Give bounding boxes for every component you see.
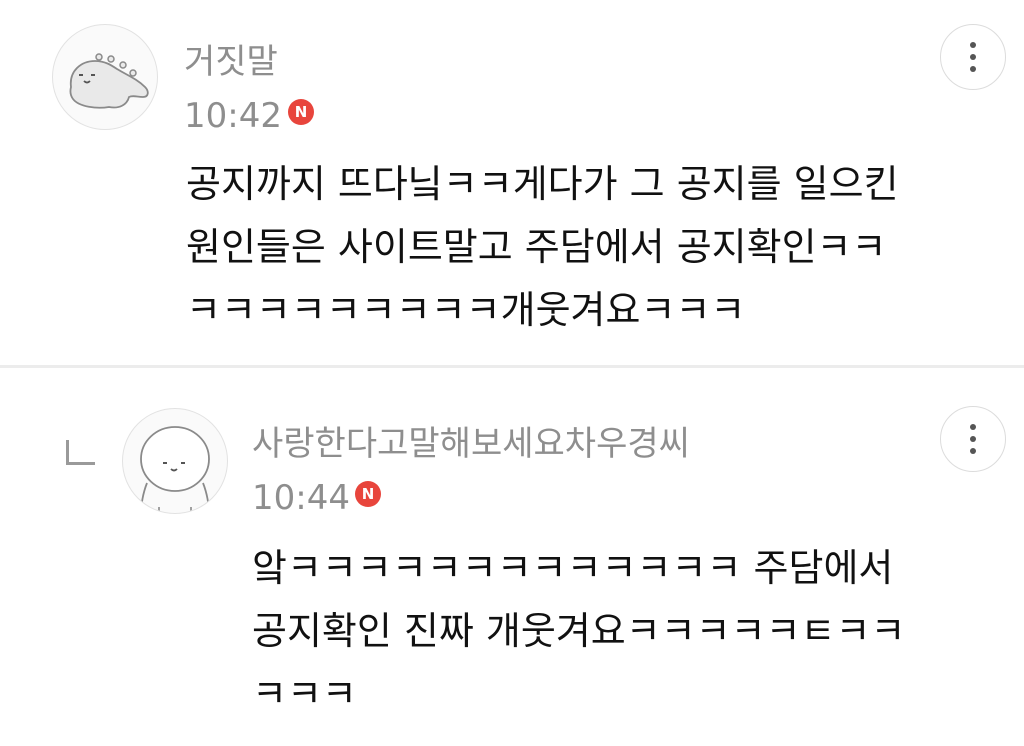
comment-line: 앜ㅋㅋㅋㅋㅋㅋㅋㅋㅋㅋㅋㅋㅋ 주담에서 [252, 546, 894, 590]
more-options-button[interactable] [940, 406, 1006, 472]
comment-item: 거짓말 10:42 N 공지까지 뜨다닠ㅋㅋ게다가 그 공지를 일으킨 원인들은… [0, 0, 1024, 366]
profile-avatar[interactable] [52, 24, 158, 130]
comment-line: 공지확인 진짜 개웃겨요ㅋㅋㅋㅋㅋㅌㅋㅋ [252, 609, 906, 653]
round-character-icon [140, 426, 210, 513]
more-dot-icon [970, 42, 976, 48]
new-badge: N [355, 481, 381, 507]
comment-body: 앜ㅋㅋㅋㅋㅋㅋㅋㅋㅋㅋㅋㅋㅋ 주담에서 공지확인 진짜 개웃겨요ㅋㅋㅋㅋㅋㅌㅋㅋ… [252, 537, 905, 726]
more-dot-icon [970, 448, 976, 454]
reply-comment-item: 사랑한다고말해보세요차우경씨 10:44 N 앜ㅋㅋㅋㅋㅋㅋㅋㅋㅋㅋㅋㅋㅋ 주담… [0, 368, 1024, 746]
more-dot-icon [970, 66, 976, 72]
comment-body: 공지까지 뜨다닠ㅋㅋ게다가 그 공지를 일으킨 원인들은 사이트말고 주담에서 … [186, 153, 899, 342]
more-dot-icon [970, 424, 976, 430]
comment-author[interactable]: 사랑한다고말해보세요차우경씨 [252, 424, 690, 464]
more-dot-icon [970, 436, 976, 442]
comment-time: 10:44 [252, 478, 350, 518]
profile-avatar[interactable] [122, 408, 228, 514]
more-options-button[interactable] [940, 24, 1006, 90]
dinosaur-character-icon [69, 53, 149, 109]
new-badge: N [288, 99, 314, 125]
comment-author[interactable]: 거짓말 [184, 42, 278, 82]
comment-line: ㅋㅋㅋ [252, 672, 357, 716]
comment-time: 10:42 [184, 96, 282, 136]
comment-line: ㅋㅋㅋㅋㅋㅋㅋㅋㅋ개웃겨요ㅋㅋㅋ [186, 288, 746, 332]
comment-line: 공지까지 뜨다닠ㅋㅋ게다가 그 공지를 일으킨 [186, 162, 899, 206]
comment-line: 원인들은 사이트말고 주담에서 공지확인ㅋㅋ [186, 225, 887, 269]
reply-arrow-icon [66, 440, 95, 465]
more-dot-icon [970, 54, 976, 60]
